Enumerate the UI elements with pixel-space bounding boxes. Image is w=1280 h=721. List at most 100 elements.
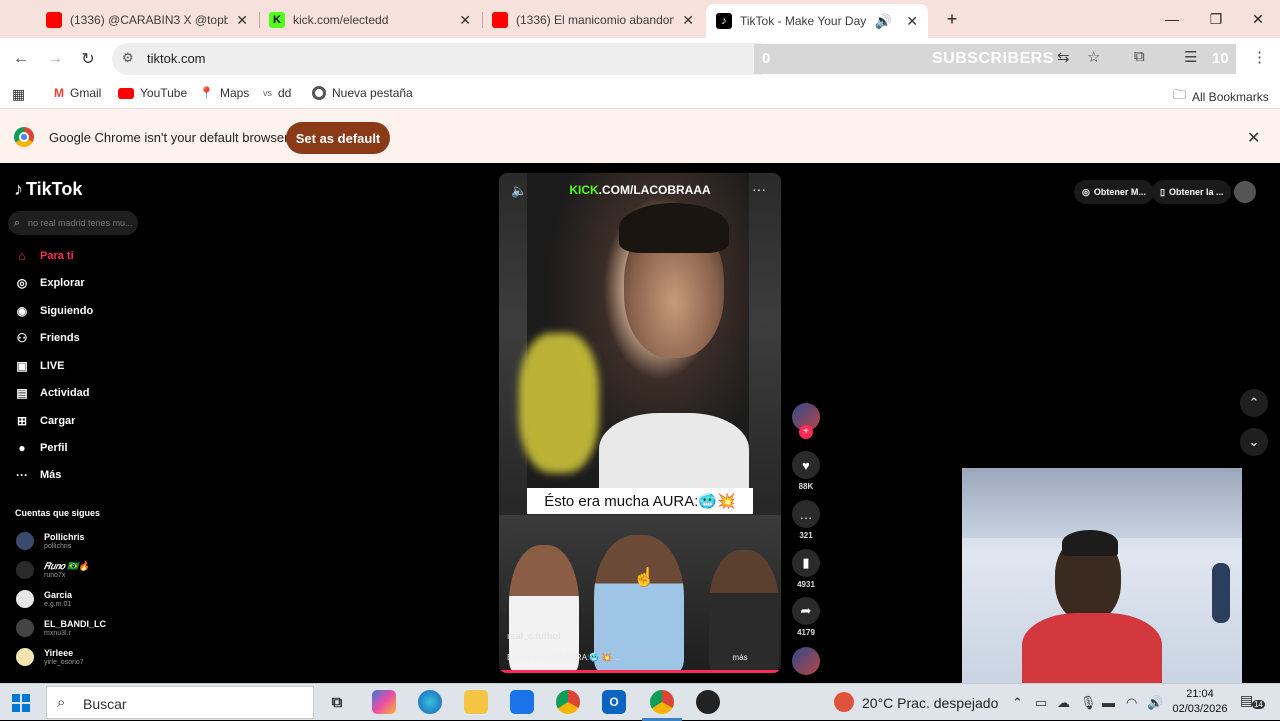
profile-avatar[interactable] <box>1234 181 1256 203</box>
youtube-icon <box>46 12 62 28</box>
close-icon[interactable]: ✕ <box>459 12 471 29</box>
reload-icon[interactable]: ↻ <box>75 46 101 72</box>
new-tab-button[interactable]: + <box>930 0 974 38</box>
bookmark-count: 4931 <box>797 580 815 589</box>
nav-siguiendo[interactable]: ◉ Siguiendo <box>14 301 93 321</box>
comment-action[interactable]: … 321 <box>790 500 822 540</box>
tab-youtube-carabin3[interactable]: (1336) @CARABIN3 X @topboy ✕ <box>36 6 258 34</box>
following-account[interactable]: 𝑅𝑢𝑛𝑜 🇧🇷🔥 runo7x <box>16 557 90 583</box>
get-app-button[interactable]: ▯ Obtener la ... <box>1152 180 1232 204</box>
nav-mas[interactable]: ··· Más <box>14 465 61 485</box>
microphone-icon[interactable]: 🎙 <box>1080 695 1097 711</box>
tab-title: TikTok - Make Your Day <box>740 14 867 28</box>
outlook-icon[interactable]: O <box>602 690 626 714</box>
bookmark-nueva-pestana[interactable]: Nueva pestaña <box>312 86 413 100</box>
account-handle: yirle_osorio7 <box>44 658 84 666</box>
webcam-cap <box>1062 530 1118 556</box>
taskbar-search-input[interactable]: ⌕ Buscar <box>46 686 314 719</box>
all-bookmarks[interactable]: 🗀 All Bookmarks <box>1173 86 1269 108</box>
search-input[interactable]: ⌕ no real madrid tenes mu... <box>8 211 138 235</box>
tab-kick-electedd[interactable]: K kick.com/electedd ✕ <box>259 6 481 34</box>
site-info-icon[interactable]: ⚙ <box>122 50 134 66</box>
bookmark-label: dd <box>278 86 292 100</box>
follow-plus-icon[interactable]: + <box>799 425 813 439</box>
reading-list-icon[interactable]: ☰ <box>1184 48 1197 66</box>
bookmark-maps[interactable]: 📍 Maps <box>199 86 249 100</box>
following-account[interactable]: EL_BANDI_LC mxnu3l.r <box>16 615 106 641</box>
notifications-icon[interactable]: ▤ 14 <box>1240 692 1265 714</box>
nav-explorar[interactable]: ◎ Explorar <box>14 273 85 293</box>
video-progress-fill <box>499 670 779 673</box>
video-watermark: real_c.futbol <box>507 631 561 641</box>
more-label[interactable]: más <box>733 653 748 662</box>
close-icon[interactable]: ✕ <box>236 12 248 29</box>
store-icon[interactable] <box>510 690 534 714</box>
nav-cargar[interactable]: ⊞ Cargar <box>14 411 76 431</box>
nav-friends[interactable]: ⚇ Friends <box>14 328 80 348</box>
windows-start-icon[interactable] <box>12 694 30 712</box>
author-avatar[interactable]: + <box>790 403 822 439</box>
volume-icon[interactable]: 🔈 <box>511 183 527 199</box>
restore-icon[interactable]: ❐ <box>1194 0 1238 38</box>
tray-app-icon[interactable]: ▭ <box>1035 695 1047 711</box>
copilot-icon[interactable] <box>372 690 396 714</box>
window-close-icon[interactable]: ✕ <box>1236 0 1280 38</box>
music-disc[interactable] <box>790 647 822 675</box>
close-icon[interactable]: ✕ <box>906 13 918 30</box>
video-progress[interactable] <box>499 670 781 673</box>
tab-tiktok[interactable]: ♪ TikTok - Make Your Day 🔊 ✕ <box>706 4 928 38</box>
cloud-icon[interactable]: ☁ <box>1057 695 1070 711</box>
edge-icon[interactable] <box>418 690 442 714</box>
address-bar[interactable]: ⚙ tiktok.com <box>112 43 762 75</box>
back-icon[interactable]: ← <box>8 46 34 72</box>
browser-toolbar: ← → ↻ ⚙ tiktok.com 0 SUBSCRIBERS 10 ⇆ ☆ … <box>0 38 1280 80</box>
nav-perfil[interactable]: ● Perfil <box>14 438 67 458</box>
close-icon[interactable]: ✕ <box>682 12 694 29</box>
file-explorer-icon[interactable] <box>464 690 488 714</box>
account-name: EL_BANDI_LC <box>44 618 107 629</box>
close-icon[interactable]: ✕ <box>1247 128 1260 148</box>
nav-para-ti[interactable]: ⌂ Para ti <box>14 246 73 266</box>
nav-live[interactable]: ▣ LIVE <box>14 356 64 376</box>
bookmark-action[interactable]: ▮ 4931 <box>790 549 822 589</box>
get-coins-button[interactable]: ◎ Obtener M... <box>1074 180 1154 204</box>
weather-icon <box>834 692 854 712</box>
speaker-icon[interactable]: 🔊 <box>875 13 892 30</box>
share-action[interactable]: ➦ 4179 <box>790 597 822 637</box>
previous-video-button[interactable]: ⌃ <box>1240 389 1268 417</box>
clock[interactable]: 21:04 02/03/2026 <box>1170 687 1230 717</box>
task-view-icon[interactable]: ⧉ <box>325 690 349 714</box>
volume-icon[interactable]: 🔊 <box>1147 695 1163 711</box>
nav-actividad[interactable]: ▤ Actividad <box>14 383 89 403</box>
obs-icon[interactable] <box>696 690 720 714</box>
account-name: Garcia <box>44 589 73 600</box>
tab-youtube-manicomio[interactable]: (1336) El manicomio abandona ✕ <box>482 6 704 34</box>
set-as-default-button[interactable]: Set as default <box>286 122 390 154</box>
chevron-up-icon[interactable]: ⌃ <box>1012 695 1023 711</box>
bookmark-dd[interactable]: vs dd <box>263 86 291 100</box>
chrome-icon[interactable] <box>556 690 580 714</box>
wifi-icon[interactable]: ◠ <box>1126 695 1137 711</box>
minimize-icon[interactable]: — <box>1150 0 1194 38</box>
forward-icon[interactable]: → <box>42 46 68 72</box>
weather-text[interactable]: 20°C Prac. despejado <box>862 695 998 711</box>
video-player[interactable]: KICK.COM/LACOBRAAA 🔈 ··· Ésto era mucha … <box>499 173 781 673</box>
star-icon[interactable]: ☆ <box>1087 48 1100 66</box>
battery-icon[interactable]: ▬ <box>1102 695 1115 710</box>
following-account[interactable]: Pollichris pollichris <box>16 528 85 554</box>
chrome-active-icon[interactable] <box>642 690 682 721</box>
cast-icon[interactable]: ⇆ <box>1057 48 1070 66</box>
bookmark-youtube[interactable]: YouTube <box>118 86 187 100</box>
phone-icon: ▯ <box>1160 186 1165 197</box>
menu-icon[interactable]: ⋮ <box>1252 48 1267 66</box>
avatar <box>16 648 34 666</box>
extensions-icon[interactable]: ⧉ <box>1134 48 1145 65</box>
bookmark-gmail[interactable]: M Gmail <box>54 86 101 100</box>
more-options-icon[interactable]: ··· <box>752 181 766 197</box>
following-account[interactable]: Yirleee yirle_osorio7 <box>16 644 84 670</box>
next-video-button[interactable]: ⌄ <box>1240 428 1268 456</box>
like-action[interactable]: ♥ 88K <box>790 451 822 491</box>
tiktok-logo[interactable]: ♪ TikTok <box>14 179 82 200</box>
apps-icon[interactable]: ▦ <box>12 86 25 103</box>
following-account[interactable]: Garcia e.g.m.01 <box>16 586 72 612</box>
